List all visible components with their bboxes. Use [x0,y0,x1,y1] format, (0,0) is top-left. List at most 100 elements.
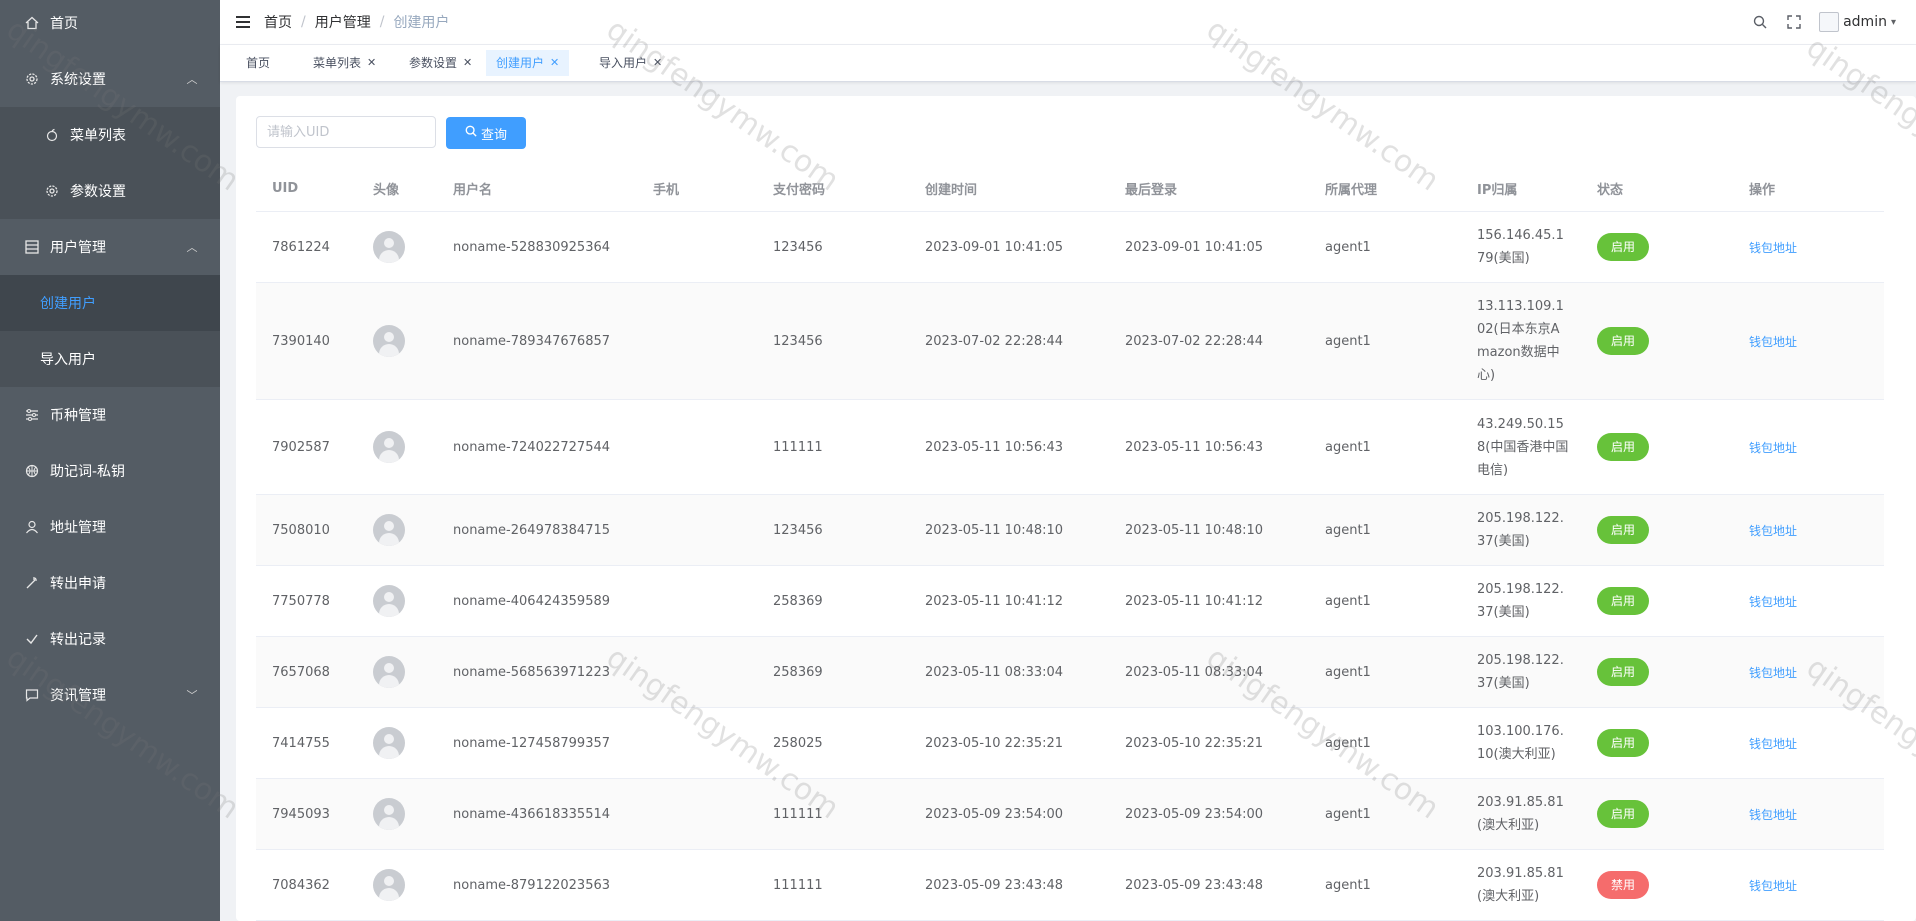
table-body: 7861224 noname-528830925364 123456 2023-09-… [256,212,1884,921]
sidebar-item-withdraw-apply[interactable]: 转出申请 [0,555,220,611]
close-icon[interactable]: ✕ [463,50,472,76]
wallet-address-link[interactable]: 钱包地址 [1749,595,1797,609]
cell-action: 钱包地址 [1733,333,1884,350]
chevron-down-icon[interactable]: ▾ [1891,17,1896,28]
sidebar-item-news-management[interactable]: 资讯管理 ﹀ [0,667,220,723]
sidebar-item-withdraw-records[interactable]: 转出记录 [0,611,220,667]
uid-search-input[interactable] [256,116,436,148]
breadcrumb-item-user-management[interactable]: 用户管理 [315,12,371,32]
chevron-up-icon: ︿ [186,241,198,254]
cell-pay-password: 111111 [773,439,823,455]
tab-menu-list[interactable]: 菜单列表 ✕ [303,50,386,76]
cell-username: noname-568563971223 [453,664,611,680]
status-badge[interactable]: 启用 [1597,729,1650,757]
fullscreen-icon[interactable] [1785,13,1803,31]
cell-last-login: 2023-05-11 10:56:43 [1125,439,1264,455]
apple-icon [44,127,60,143]
wallet-address-link[interactable]: 钱包地址 [1749,737,1797,751]
wallet-address-link[interactable]: 钱包地址 [1749,879,1797,893]
wallet-address-link[interactable]: 钱包地址 [1749,524,1797,538]
receipt-icon [24,631,40,647]
sidebar-item-home[interactable]: 首页 [0,0,220,51]
sidebar-item-label: 助记词-私钥 [50,464,126,480]
gear-icon [44,183,60,199]
user-avatar[interactable] [1819,12,1840,32]
sidebar-item-label: 币种管理 [50,408,106,424]
tab-import-user[interactable]: 导入用户 ✕ [589,50,672,76]
sidebar-item-system-settings[interactable]: 系统设置 ︿ [0,51,220,107]
cell-avatar [357,798,437,830]
wallet-address-link[interactable]: 钱包地址 [1749,335,1797,349]
wallet-address-link[interactable]: 钱包地址 [1749,241,1797,255]
wallet-address-link[interactable]: 钱包地址 [1749,441,1797,455]
sidebar-item-mnemonic[interactable]: 助记词-私钥 [0,443,220,499]
tab-param-settings[interactable]: 参数设置 ✕ [399,50,482,76]
grid-icon [24,239,40,255]
cell-action: 钱包地址 [1733,664,1884,681]
sidebar-item-menu-list[interactable]: 菜单列表 [0,107,220,163]
status-badge[interactable]: 启用 [1597,587,1650,615]
avatar [373,431,405,463]
close-icon[interactable]: ✕ [653,50,662,76]
wallet-address-link[interactable]: 钱包地址 [1749,666,1797,680]
avatar [373,727,405,759]
cell-status: 启用 [1581,233,1733,261]
cell-status: 启用 [1581,516,1733,544]
sidebar-item-param-settings[interactable]: 参数设置 [0,163,220,219]
sidebar-item-import-user[interactable]: 导入用户 [0,331,220,387]
cell-avatar [357,514,437,546]
sidebar-item-user-management[interactable]: 用户管理 ︿ [0,219,220,275]
status-badge[interactable]: 启用 [1597,516,1650,544]
close-icon[interactable]: ✕ [550,50,559,76]
search-icon[interactable] [1751,13,1769,31]
status-badge[interactable]: 启用 [1597,433,1650,461]
cell-uid: 7750778 [272,593,330,609]
cell-avatar [357,231,437,263]
sidebar-item-currency-management[interactable]: 币种管理 [0,387,220,443]
table-row: 7657068 noname-568563971223 258369 2023-05-… [256,637,1884,708]
cell-last-login: 2023-05-10 22:35:21 [1125,735,1264,751]
table-row: 7861224 noname-528830925364 123456 2023-09-… [256,212,1884,283]
cell-created-time: 2023-09-01 10:41:05 [925,239,1064,255]
status-badge[interactable]: 启用 [1597,327,1650,355]
close-icon[interactable]: ✕ [367,50,376,76]
cell-action: 钱包地址 [1733,877,1884,894]
breadcrumb-item-home[interactable]: 首页 [264,12,292,32]
cell-created-time: 2023-05-09 23:43:48 [925,877,1064,893]
cell-pay-password: 111111 [773,806,823,822]
main-content: 查询 UID 头像 用户名 手机 支付密码 创建时间 最后登录 所属代理 IP归… [236,96,1916,921]
cell-ip-location: 156.146.45.179(美国) [1477,228,1564,266]
cell-pay-password: 258369 [773,593,823,609]
username-label[interactable]: admin [1843,14,1887,30]
cell-pay-password: 258369 [773,664,823,680]
cell-status: 启用 [1581,587,1733,615]
status-badge[interactable]: 禁用 [1597,871,1650,899]
cell-username: noname-528830925364 [453,239,611,255]
sidebar: 首页 系统设置 ︿ 菜单列表 参数设置 用户管理 ︿ 创建用户 导入用户 币种管… [0,0,220,921]
tab-home[interactable]: 首页 [236,50,280,76]
cell-last-login: 2023-05-09 23:54:00 [1125,806,1264,822]
cell-status: 启用 [1581,729,1733,757]
cell-ip-location: 205.198.122.37(美国) [1477,582,1564,620]
wallet-address-link[interactable]: 钱包地址 [1749,808,1797,822]
status-badge[interactable]: 启用 [1597,800,1650,828]
cell-ip-location: 43.249.50.158(中国香港中国电信) [1477,416,1569,478]
cell-username: noname-724022727544 [453,439,611,455]
status-badge[interactable]: 启用 [1597,233,1650,261]
cell-ip-location: 13.113.109.102(日本东京Amazon数据中心) [1477,299,1564,383]
status-badge[interactable]: 启用 [1597,658,1650,686]
tab-create-user[interactable]: 创建用户 ✕ [486,50,570,76]
search-button[interactable]: 查询 [446,117,526,149]
cell-agent: agent1 [1325,239,1371,255]
table-row: 7750778 noname-406424359589 258369 2023-05-… [256,566,1884,637]
cell-status: 启用 [1581,433,1733,461]
table-row: 7945093 noname-436618335514 111111 2023-05-… [256,779,1884,850]
user-icon [24,519,40,535]
sidebar-item-create-user[interactable]: 创建用户 [0,275,220,331]
hamburger-icon[interactable] [236,15,250,29]
cell-created-time: 2023-05-10 22:35:21 [925,735,1064,751]
cell-ip-location: 205.198.122.37(美国) [1477,511,1564,549]
cell-ip-location: 103.100.176.10(澳大利亚) [1477,724,1564,762]
cell-uid: 7508010 [272,522,330,538]
sidebar-item-address-management[interactable]: 地址管理 [0,499,220,555]
